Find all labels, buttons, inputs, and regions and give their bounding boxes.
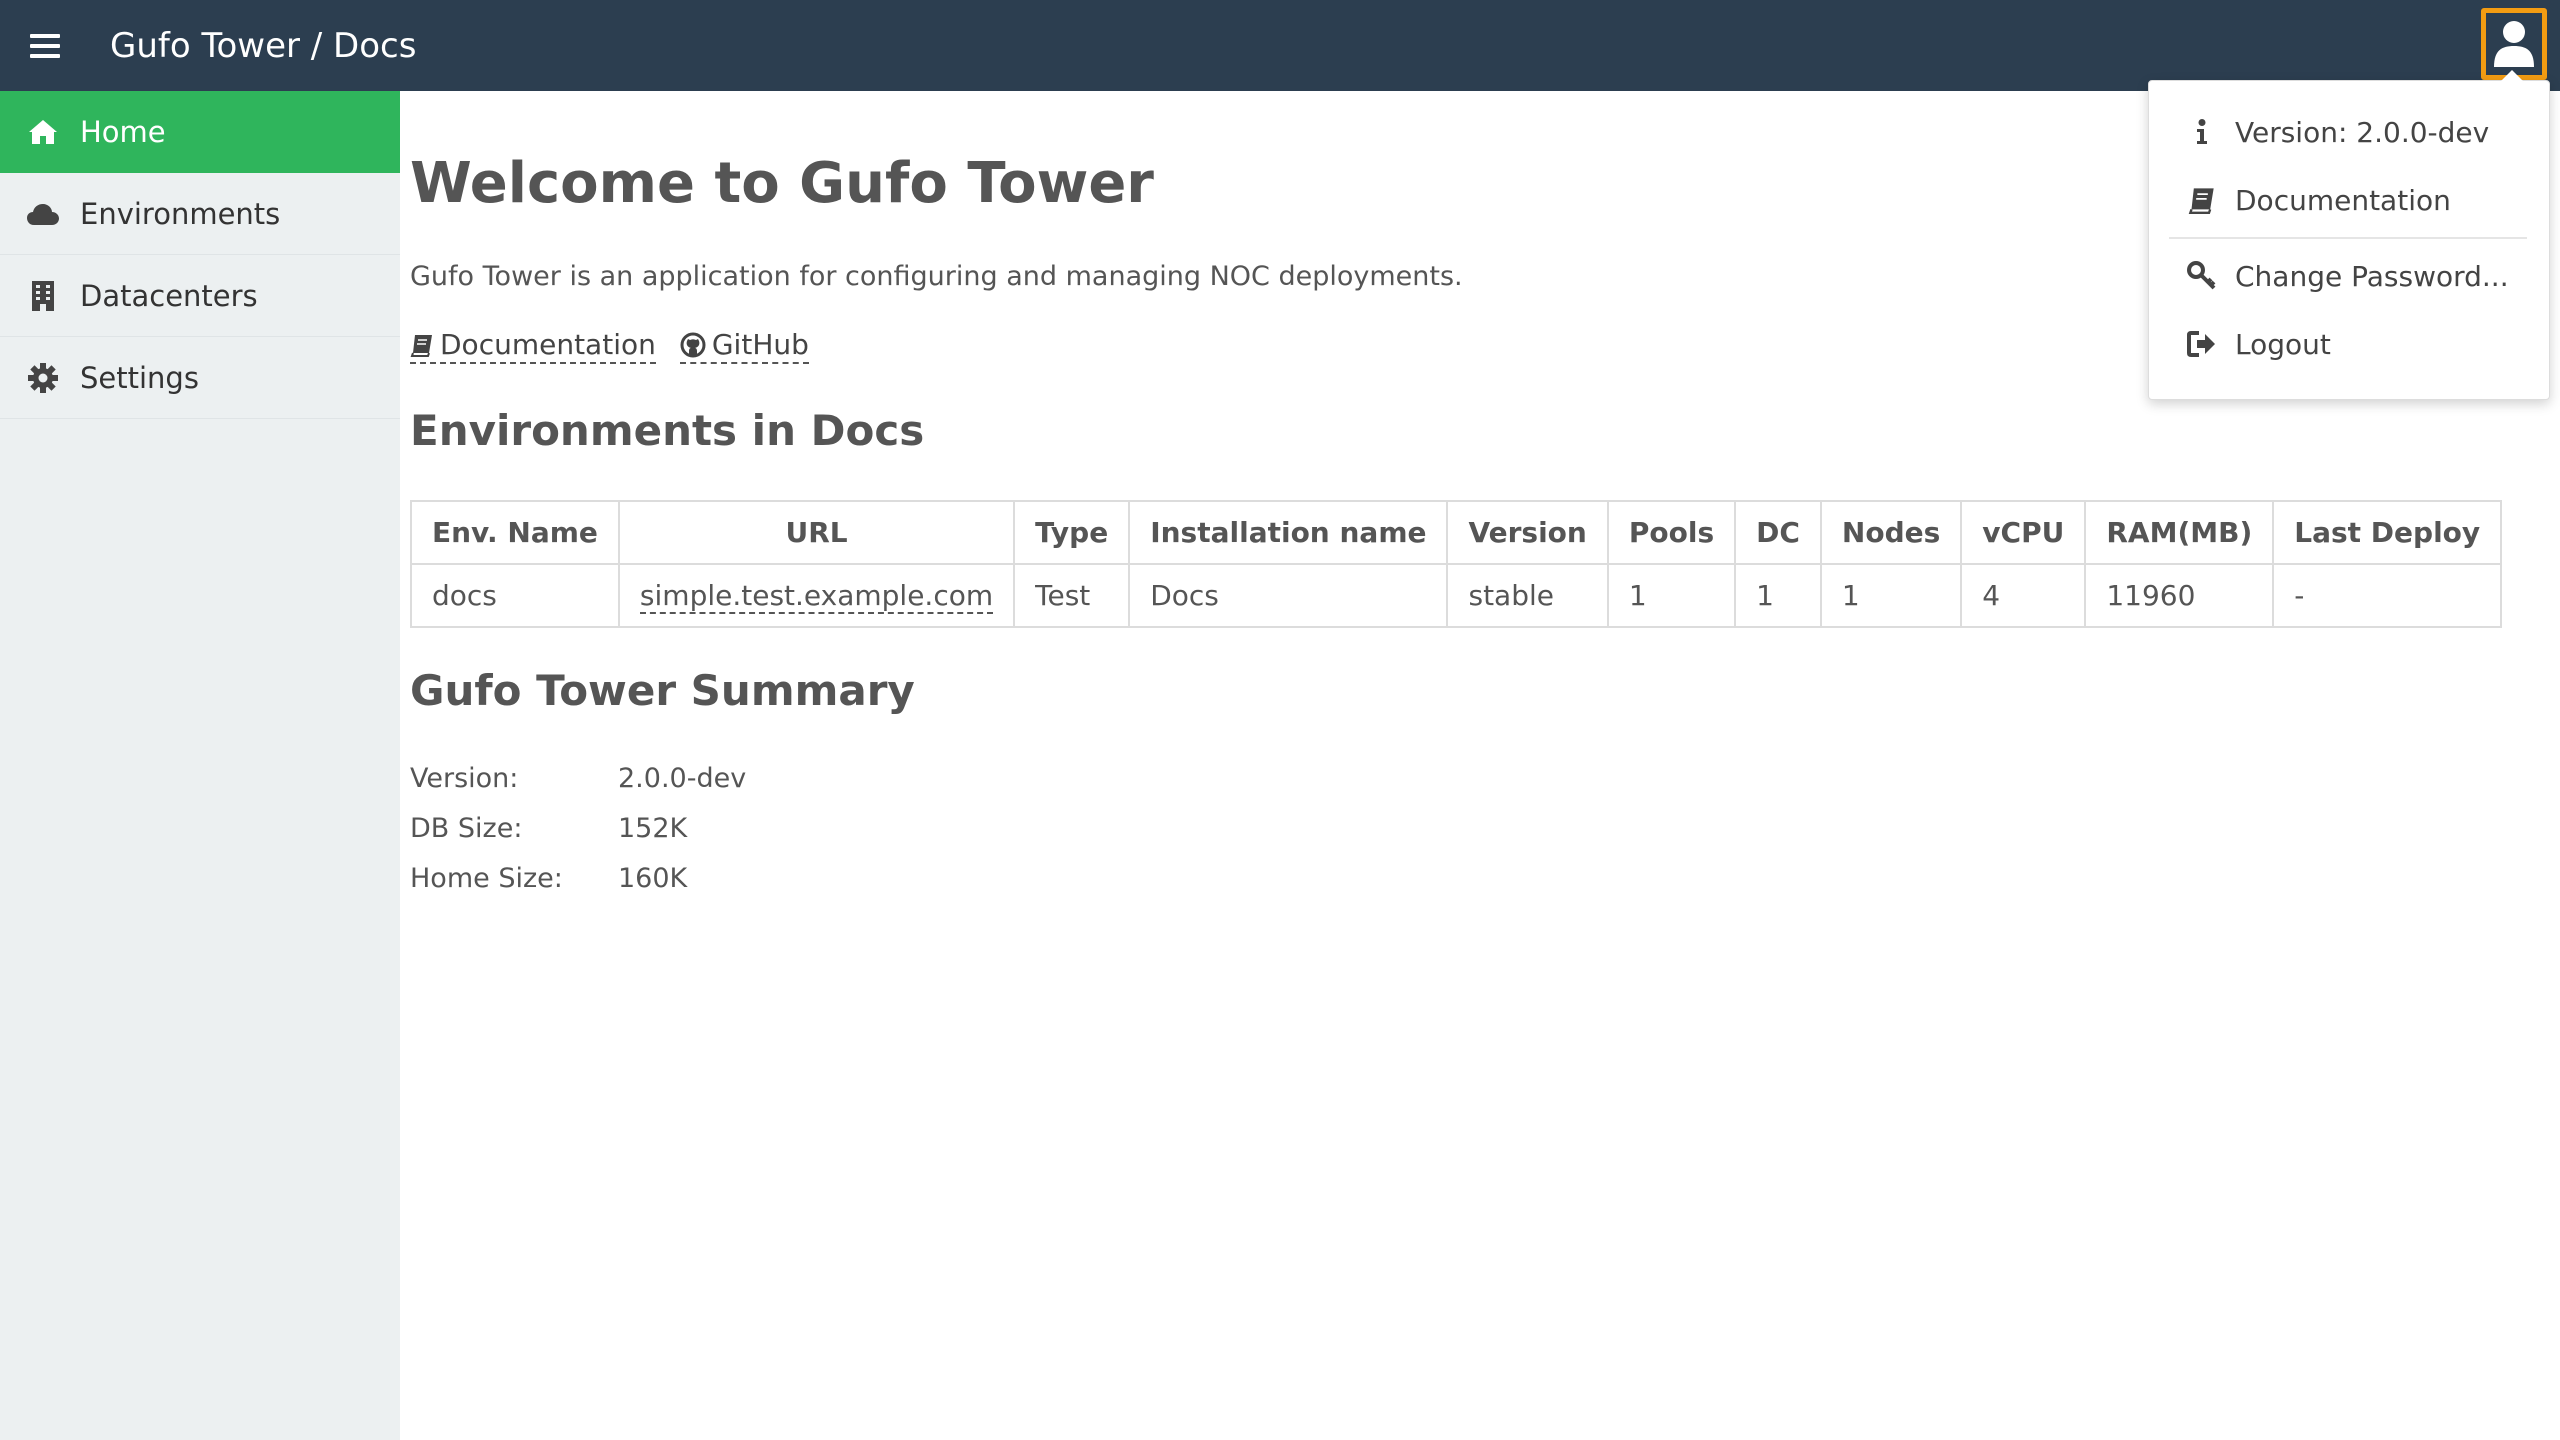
cell-pools: 1: [1606, 563, 1737, 628]
cell-last-deploy: -: [2272, 563, 2503, 628]
info-icon: [2185, 115, 2219, 149]
cell-env-name: docs: [410, 563, 620, 628]
cell-type: Test: [1013, 563, 1131, 628]
hamburger-icon[interactable]: [30, 33, 60, 58]
menu-divider: [2169, 237, 2527, 239]
links-row: Documentation GitHub: [410, 328, 809, 364]
summary-value: 152K: [618, 812, 688, 844]
col-env-name: Env. Name: [410, 500, 620, 565]
col-last-deploy: Last Deploy: [2272, 500, 2503, 565]
summary-key: Version:: [410, 762, 519, 794]
user-dropdown-menu: Version: 2.0.0-dev Documentation Change …: [2148, 70, 2550, 400]
sidebar-item-label: Settings: [80, 360, 199, 395]
menu-item-label: Change Password...: [2235, 259, 2509, 293]
documentation-link[interactable]: Documentation: [410, 328, 656, 364]
menu-item-logout[interactable]: Logout: [2149, 314, 2549, 374]
top-bar: Gufo Tower / Docs: [0, 0, 2560, 91]
logout-icon: [2185, 327, 2219, 361]
cell-vcpu: 4: [1960, 563, 2087, 628]
col-url: URL: [617, 500, 1016, 565]
summary-row-home-size: Home Size: 160K: [410, 853, 746, 903]
menu-item-label: Documentation: [2235, 183, 2451, 217]
cell-url: simple.test.example.com: [617, 563, 1016, 628]
summary-key: DB Size:: [410, 812, 523, 844]
environments-heading: Environments in Docs: [410, 406, 925, 455]
sidebar-item-home[interactable]: Home: [0, 91, 400, 173]
col-installation-name: Installation name: [1128, 500, 1449, 565]
cell-installation-name: Docs: [1128, 563, 1449, 628]
sidebar-item-environments[interactable]: Environments: [0, 173, 400, 255]
sidebar: Home Environments Datacenters Settings: [0, 91, 400, 1440]
menu-item-documentation[interactable]: Documentation: [2149, 170, 2549, 230]
key-icon: [2185, 259, 2219, 293]
github-link[interactable]: GitHub: [679, 328, 809, 364]
sidebar-item-datacenters[interactable]: Datacenters: [0, 255, 400, 337]
book-icon: [2185, 183, 2219, 217]
cell-ram: 11960: [2084, 563, 2275, 628]
sidebar-item-label: Home: [80, 114, 166, 149]
page-description: Gufo Tower is an application for configu…: [410, 261, 1463, 292]
environments-table: Env. Name URL Type Installation name Ver…: [410, 500, 2503, 628]
col-ram: RAM(MB): [2084, 500, 2275, 565]
table-row: docs simple.test.example.com Test Docs s…: [410, 563, 2503, 628]
cell-dc: 1: [1734, 563, 1822, 628]
home-icon: [26, 115, 60, 149]
col-type: Type: [1013, 500, 1131, 565]
user-icon: [2494, 21, 2534, 67]
sidebar-item-settings[interactable]: Settings: [0, 337, 400, 419]
col-vcpu: vCPU: [1960, 500, 2087, 565]
menu-item-label: Version: 2.0.0-dev: [2235, 115, 2490, 149]
menu-item-label: Logout: [2235, 327, 2331, 361]
cell-version: stable: [1446, 563, 1609, 628]
gear-icon: [26, 361, 60, 395]
col-pools: Pools: [1606, 500, 1737, 565]
documentation-link-label: Documentation: [440, 328, 656, 361]
sidebar-item-label: Environments: [80, 196, 281, 231]
menu-item-change-password[interactable]: Change Password...: [2149, 246, 2549, 306]
summary-row-version: Version: 2.0.0-dev: [410, 753, 746, 803]
summary-value: 2.0.0-dev: [618, 762, 747, 794]
summary-list: Version: 2.0.0-dev DB Size: 152K Home Si…: [410, 753, 746, 903]
menu-item-version: Version: 2.0.0-dev: [2149, 102, 2549, 162]
github-link-label: GitHub: [711, 328, 809, 361]
sidebar-item-label: Datacenters: [80, 278, 258, 313]
cell-nodes: 1: [1819, 563, 1963, 628]
cloud-icon: [26, 197, 60, 231]
col-version: Version: [1446, 500, 1609, 565]
col-nodes: Nodes: [1819, 500, 1963, 565]
summary-heading: Gufo Tower Summary: [410, 666, 915, 715]
summary-row-db-size: DB Size: 152K: [410, 803, 746, 853]
table-header-row: Env. Name URL Type Installation name Ver…: [410, 500, 2503, 565]
github-icon: [680, 332, 706, 357]
summary-value: 160K: [618, 862, 688, 894]
book-icon: [410, 334, 432, 357]
building-icon: [26, 279, 60, 313]
col-dc: DC: [1734, 500, 1822, 565]
app-title: Gufo Tower / Docs: [110, 25, 417, 66]
environment-url-link[interactable]: simple.test.example.com: [639, 579, 994, 614]
summary-key: Home Size:: [410, 862, 563, 894]
page-title: Welcome to Gufo Tower: [410, 151, 1154, 216]
